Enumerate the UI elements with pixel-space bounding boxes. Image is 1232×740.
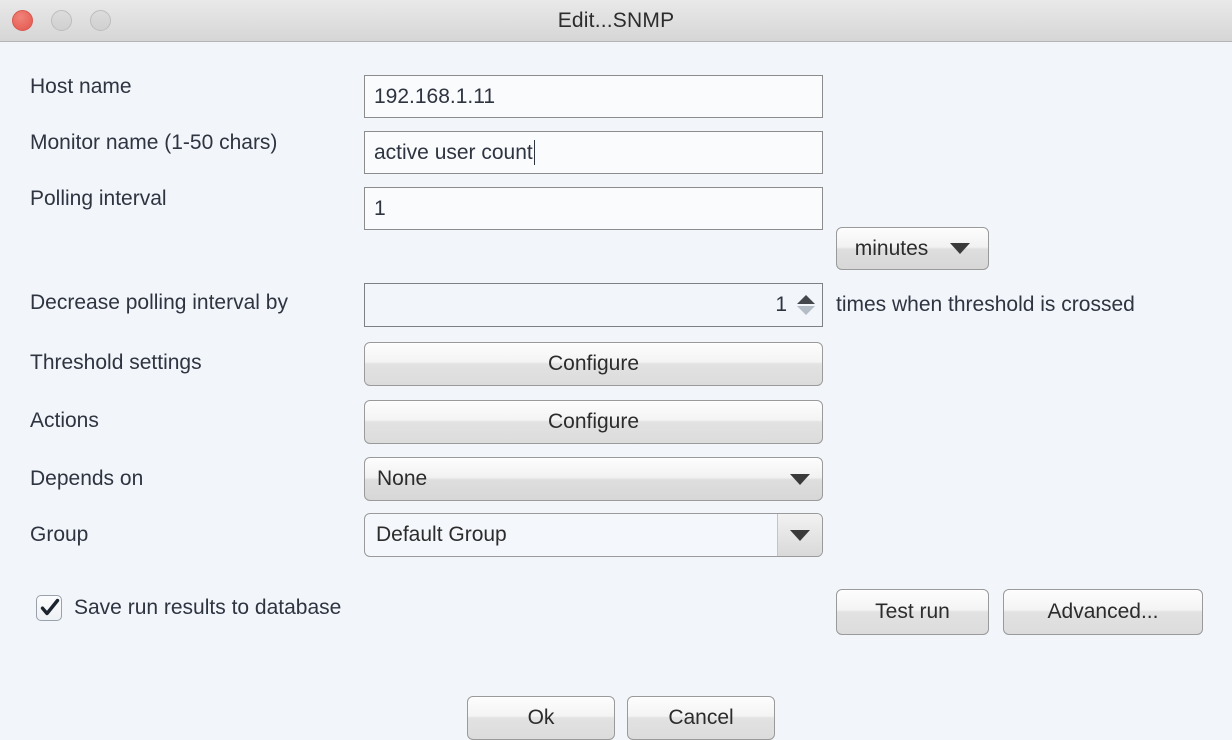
monitor-name-label: Monitor name (1-50 chars)	[30, 131, 277, 155]
chevron-down-icon	[790, 474, 810, 485]
row-depends-on: Depends on	[30, 467, 143, 491]
stepper-down-icon[interactable]	[797, 306, 815, 315]
row-decrease-polling: Decrease polling interval by	[30, 291, 288, 315]
ok-label: Ok	[528, 706, 555, 730]
window-titlebar: Edit...SNMP	[0, 0, 1232, 42]
threshold-settings-configure-label: Configure	[548, 352, 639, 376]
host-name-label: Host name	[30, 75, 132, 99]
depends-on-dropdown[interactable]: None	[364, 457, 823, 501]
chevron-down-icon	[950, 243, 970, 254]
save-results-checkbox[interactable]	[36, 595, 62, 621]
group-dropdown-toggle[interactable]	[777, 514, 822, 556]
minimize-button-icon[interactable]	[51, 10, 72, 31]
close-button-icon[interactable]	[12, 10, 33, 31]
ok-button[interactable]: Ok	[467, 696, 615, 740]
group-label: Group	[30, 523, 88, 547]
row-monitor-name: Monitor name (1-50 chars)	[30, 131, 277, 155]
save-results-checkbox-row[interactable]: Save run results to database	[36, 595, 341, 621]
row-group: Group	[30, 523, 88, 547]
zoom-button-icon[interactable]	[90, 10, 111, 31]
stepper-arrows[interactable]	[797, 295, 815, 315]
actions-configure-button[interactable]: Configure	[364, 400, 823, 444]
actions-label: Actions	[30, 409, 99, 433]
actions-configure-label: Configure	[548, 410, 639, 434]
polling-interval-value: 1	[374, 197, 386, 221]
threshold-settings-configure-button[interactable]: Configure	[364, 342, 823, 386]
row-threshold-settings: Threshold settings	[30, 351, 202, 375]
advanced-button[interactable]: Advanced...	[1003, 589, 1203, 635]
group-dropdown[interactable]: Default Group	[364, 513, 823, 557]
checkmark-icon	[39, 597, 61, 619]
decrease-polling-trailing-text: times when threshold is crossed	[836, 293, 1135, 317]
traffic-light-group	[12, 10, 111, 31]
threshold-settings-label: Threshold settings	[30, 351, 202, 375]
monitor-name-input[interactable]: active user count	[364, 131, 823, 174]
dialog-body: Host name 192.168.1.11 Monitor name (1-5…	[0, 42, 1232, 703]
decrease-polling-value: 1	[775, 293, 787, 317]
host-name-input[interactable]: 192.168.1.11	[364, 75, 823, 118]
polling-interval-unit-value: minutes	[855, 237, 929, 261]
advanced-label: Advanced...	[1048, 600, 1159, 624]
monitor-name-value: active user count	[374, 141, 533, 165]
cancel-button[interactable]: Cancel	[627, 696, 775, 740]
stepper-up-icon[interactable]	[797, 295, 815, 304]
chevron-down-icon	[790, 530, 810, 541]
row-polling-interval: Polling interval	[30, 187, 167, 211]
cancel-label: Cancel	[668, 706, 733, 730]
decrease-polling-stepper[interactable]: 1	[364, 283, 823, 327]
row-actions: Actions	[30, 409, 99, 433]
row-host-name: Host name	[30, 75, 132, 99]
save-results-label: Save run results to database	[74, 596, 341, 620]
depends-on-value: None	[377, 467, 790, 491]
polling-interval-input[interactable]: 1	[364, 187, 823, 230]
test-run-button[interactable]: Test run	[836, 589, 989, 635]
polling-interval-unit-dropdown[interactable]: minutes	[836, 227, 989, 270]
depends-on-label: Depends on	[30, 467, 143, 491]
text-cursor	[534, 140, 535, 165]
polling-interval-label: Polling interval	[30, 187, 167, 211]
window-title: Edit...SNMP	[0, 9, 1232, 33]
group-value: Default Group	[365, 523, 777, 547]
decrease-polling-label: Decrease polling interval by	[30, 291, 288, 315]
host-name-value: 192.168.1.11	[374, 85, 495, 109]
test-run-label: Test run	[875, 600, 950, 624]
